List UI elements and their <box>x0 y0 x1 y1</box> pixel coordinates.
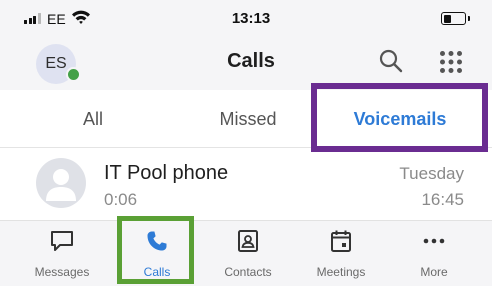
voicemails-highlight-box <box>311 83 488 152</box>
carrier-name: EE <box>47 11 66 27</box>
nav-label-messages: Messages <box>34 265 90 279</box>
cell-signal-icon <box>24 13 41 24</box>
calls-highlight-box <box>117 216 194 284</box>
status-bar: EE 13:13 <box>0 0 492 38</box>
nav-more[interactable]: More <box>394 221 474 286</box>
wifi-icon <box>72 10 90 24</box>
contacts-icon <box>238 230 258 252</box>
avatar-initials: ES <box>45 55 67 72</box>
message-icon <box>51 231 73 251</box>
tab-missed[interactable]: Missed <box>186 90 310 148</box>
voicemail-day: Tuesday <box>399 164 464 183</box>
search-icon[interactable] <box>378 48 404 74</box>
person-icon <box>46 169 76 201</box>
more-icon <box>423 238 445 244</box>
tab-all[interactable]: All <box>0 90 186 148</box>
voicemail-time: 16:45 <box>421 190 464 209</box>
presence-status-icon <box>66 67 81 82</box>
nav-label-meetings: Meetings <box>316 265 366 279</box>
list-item[interactable]: IT Pool phone 0:06 Tuesday 16:45 <box>0 152 492 218</box>
battery-icon <box>441 12 470 25</box>
contact-name: IT Pool phone <box>104 162 229 184</box>
nav-label-more: More <box>420 265 448 279</box>
status-time: 13:13 <box>231 10 271 27</box>
page-title: Calls <box>227 50 275 72</box>
calendar-icon <box>331 230 351 252</box>
contact-avatar <box>36 158 86 208</box>
nav-contacts[interactable]: Contacts <box>208 221 288 286</box>
nav-messages[interactable]: Messages <box>22 221 102 286</box>
nav-meetings[interactable]: Meetings <box>301 221 381 286</box>
dialpad-icon[interactable] <box>439 50 463 74</box>
nav-label-contacts: Contacts <box>224 265 272 279</box>
voicemail-duration: 0:06 <box>104 190 138 209</box>
bottom-nav: Messages Calls Contacts Meetings More <box>0 220 492 286</box>
